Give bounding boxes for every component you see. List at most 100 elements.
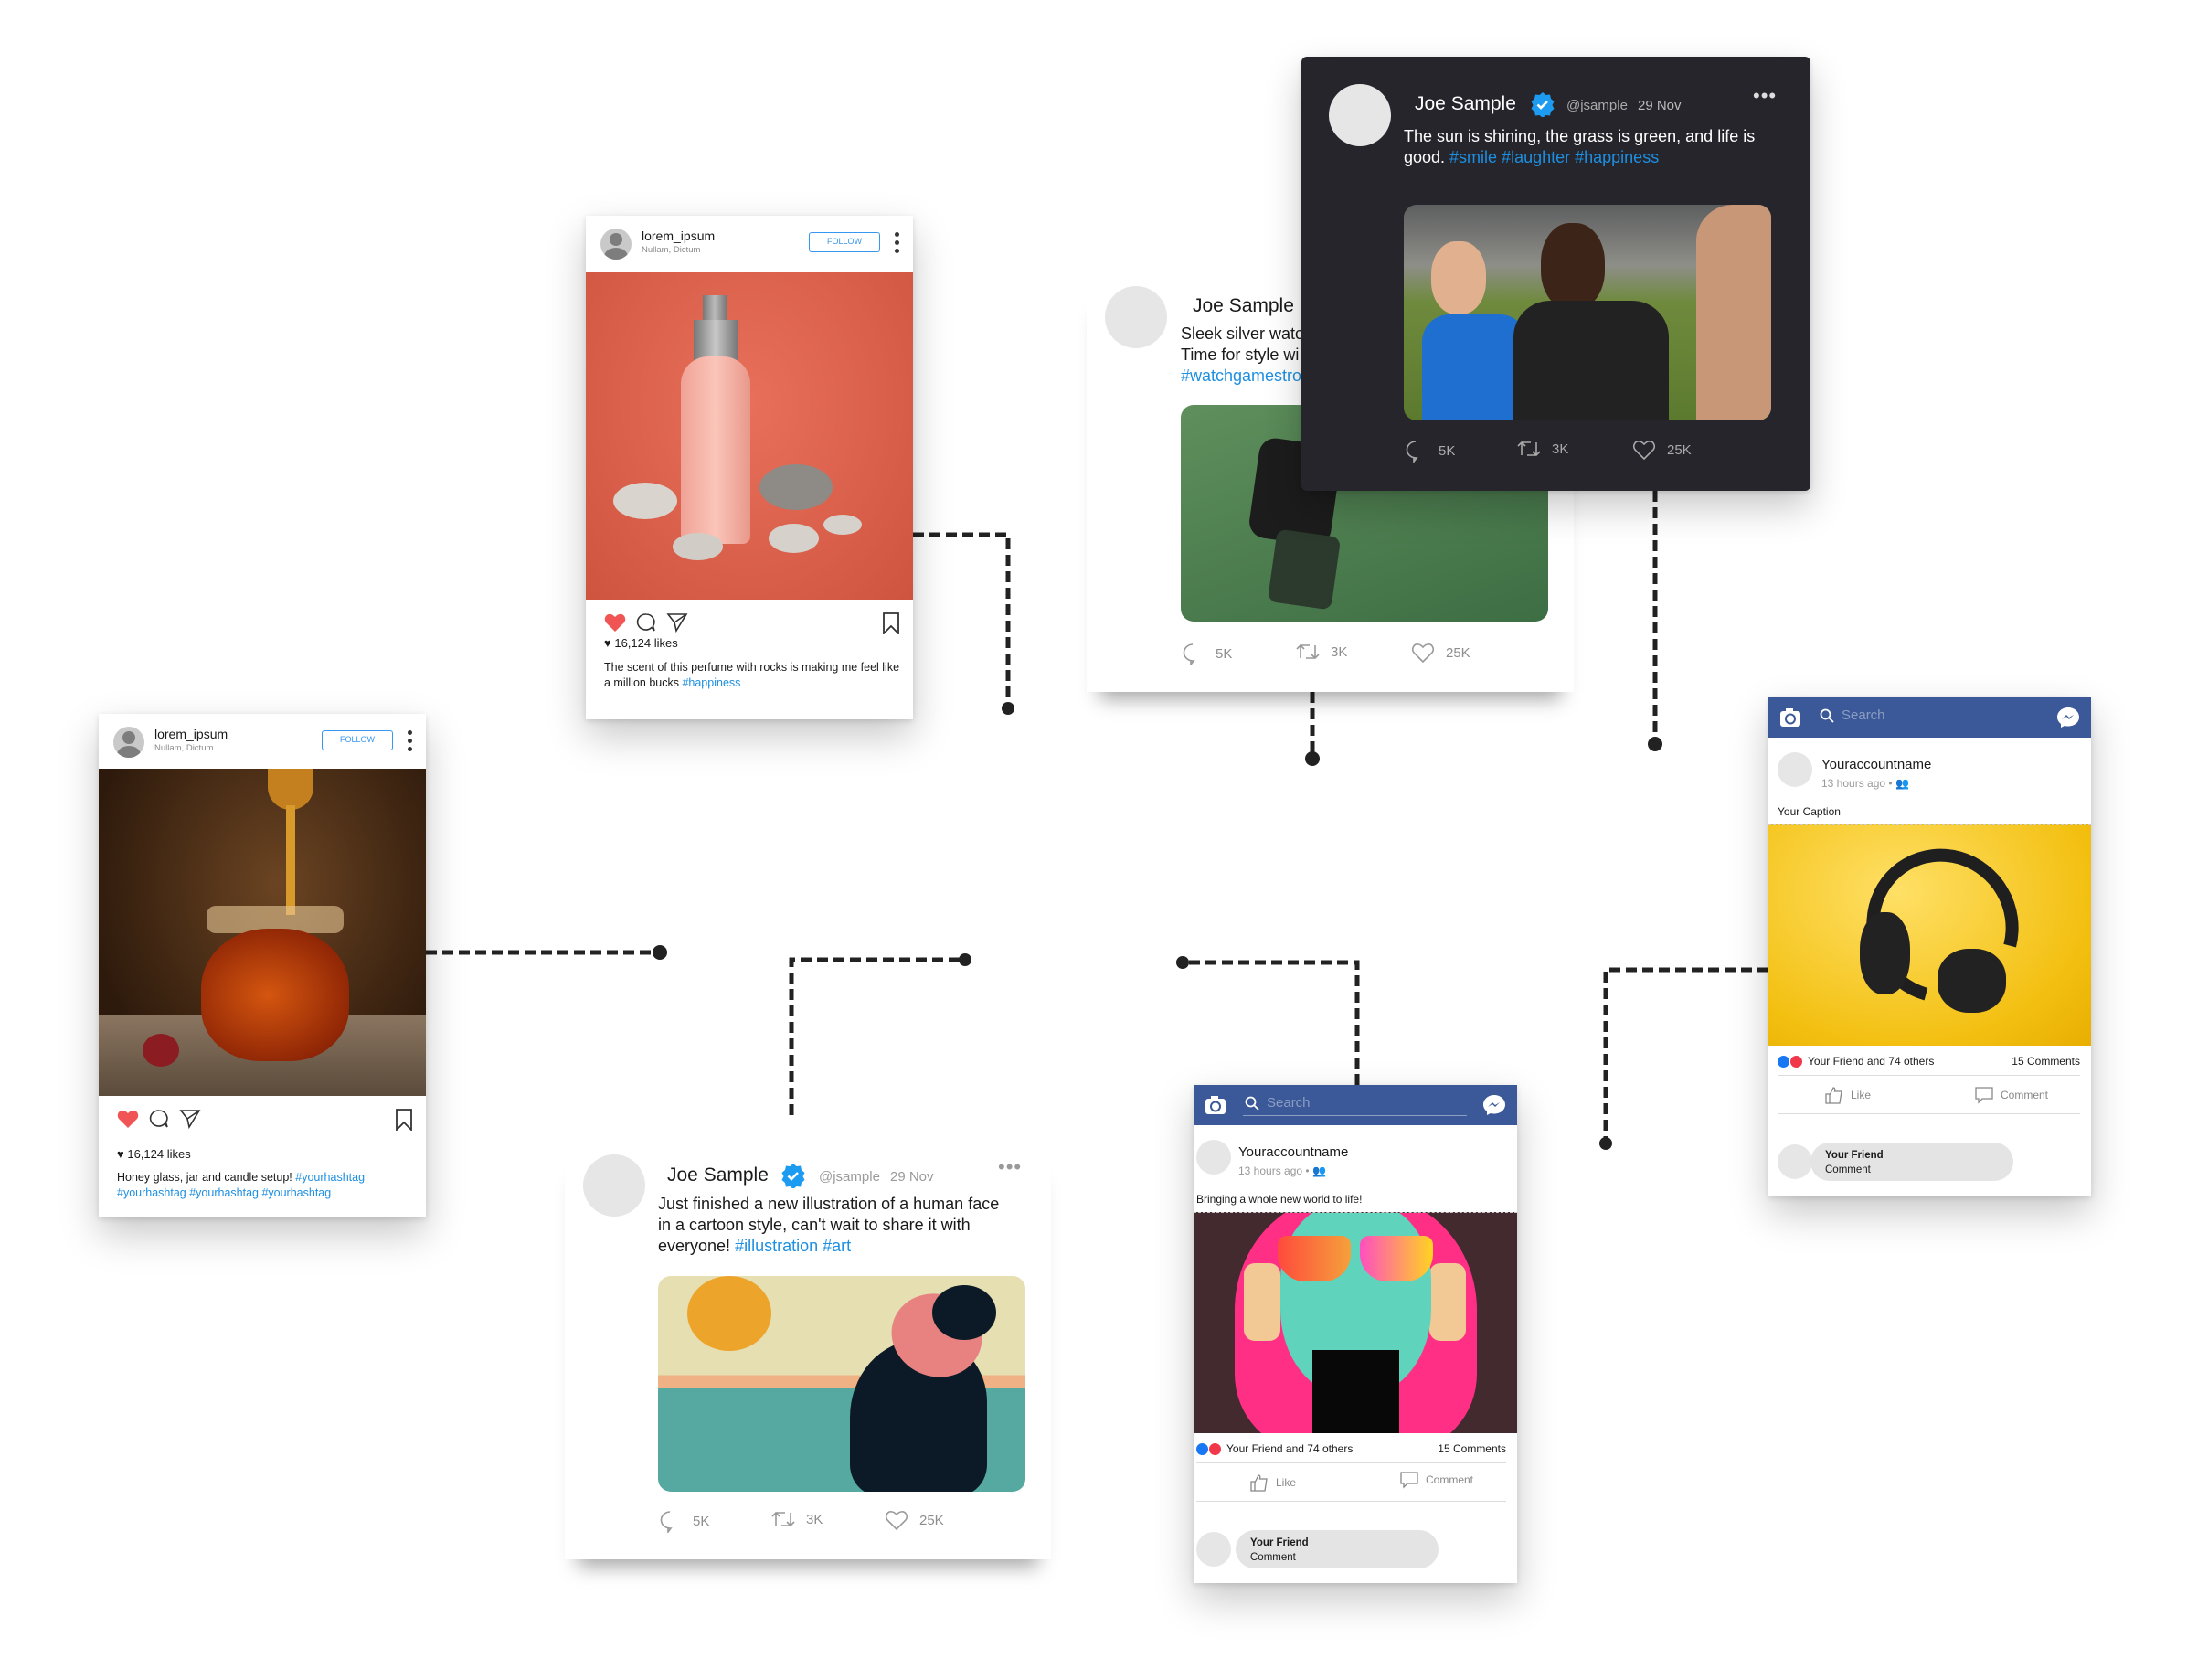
avatar[interactable] [583,1154,645,1217]
camera-icon[interactable] [1205,1095,1226,1115]
heart-icon[interactable] [604,612,626,633]
reply-icon [1406,441,1418,463]
post-header: lorem_ipsum Nullam, Dictum FOLLOW [99,714,426,769]
facebook-post-headphones: Search Youraccountname 13 hours ago • 👥 … [1768,697,2091,1196]
account-name[interactable]: Youraccountname [1238,1144,1348,1160]
love-reaction-icon [1209,1442,1221,1455]
search-input[interactable]: Search [1243,1092,1467,1116]
post-time: 13 hours ago • 👥 [1238,1164,1326,1177]
connector-dot [959,953,971,966]
facebook-post-art: Search Youraccountname 13 hours ago • 👥 … [1194,1085,1517,1583]
like-button[interactable]: Like [1825,1086,1871,1104]
search-input[interactable]: Search [1818,705,2042,728]
comment-bubble: Your Friend Comment [1236,1530,1439,1568]
comment-bubble-icon [1975,1087,1993,1104]
follow-button[interactable]: FOLLOW [322,730,393,750]
avatar[interactable] [113,727,144,758]
love-reaction-icon [1790,1055,1802,1068]
author-name[interactable]: Joe Sample [1193,295,1294,317]
like-button[interactable]: 25K [1411,642,1470,664]
avatar[interactable] [1196,1140,1231,1175]
more-options-icon[interactable]: ••• [1753,84,1777,108]
small-heart-icon: ♥ [117,1147,128,1161]
connector-dot [653,945,667,960]
connector-dot [1648,737,1662,751]
like-button[interactable]: Like [1250,1473,1296,1492]
commenter-avatar[interactable] [1196,1532,1231,1567]
connector-dot [1176,956,1189,969]
follow-button[interactable]: FOLLOW [809,232,880,252]
retweet-button[interactable]: 3K [771,1509,823,1529]
avatar[interactable] [1778,752,1812,787]
reply-button[interactable]: 5K [1404,439,1455,463]
retweet-icon [1517,441,1541,457]
messenger-icon[interactable] [1482,1094,1506,1116]
connector-dot [1599,1137,1612,1150]
comment-button[interactable]: Comment [1975,1086,2048,1104]
comment-icon[interactable] [636,612,656,633]
reply-icon [1183,643,1195,665]
search-icon [1245,1096,1259,1111]
account-name[interactable]: Youraccountname [1821,757,1931,772]
username[interactable]: lorem_ipsum [642,229,715,243]
avatar[interactable] [600,229,632,260]
like-button[interactable]: 25K [1632,439,1692,461]
avatar[interactable] [1105,286,1167,348]
divider [1778,1113,2080,1114]
more-options-icon[interactable]: ••• [998,1155,1022,1179]
hashtag-link[interactable]: #illustration #art [735,1237,851,1255]
hashtag-link[interactable]: #smile #laughter #happiness [1449,148,1659,166]
comment-icon[interactable] [149,1109,169,1129]
verified-badge-icon [1531,92,1555,117]
likes-count: ♥ 16,124 likes [117,1147,191,1161]
share-icon[interactable] [666,612,688,633]
reactions-summary[interactable]: Your Friend and 74 others [1778,1055,1934,1068]
search-icon [1820,708,1834,723]
caption: Honey glass, jar and candle setup! #your… [117,1171,366,1199]
post-image-art [1194,1212,1517,1433]
facebook-header: Search [1194,1085,1517,1125]
author-name[interactable]: Joe Sample [1415,93,1516,115]
post-actions [99,1096,426,1143]
comments-count[interactable]: 15 Comments [1438,1442,1506,1455]
retweet-button[interactable]: 3K [1517,439,1568,459]
camera-icon[interactable] [1779,707,1801,728]
comments-count[interactable]: 15 Comments [2012,1055,2080,1068]
post-caption: Your Caption [1778,805,1841,818]
bookmark-icon[interactable] [395,1109,413,1131]
username[interactable]: lorem_ipsum [154,727,228,741]
connector-perfume [913,532,1011,708]
more-options-icon[interactable] [408,730,413,752]
small-heart-icon: ♥ [604,636,615,650]
connector-dot [1002,702,1014,715]
comment-button[interactable]: Comment [1400,1471,1473,1489]
messenger-icon[interactable] [2056,707,2080,728]
connector-illustration [789,957,965,1115]
friends-audience-icon: 👥 [1311,1164,1326,1177]
author-name[interactable]: Joe Sample [667,1164,769,1186]
commenter-avatar[interactable] [1778,1144,1812,1179]
connector-fb-center [1183,960,1360,1085]
reply-button[interactable]: 5K [1181,642,1232,665]
bookmark-icon[interactable] [882,612,900,634]
tweet-illustration: Joe Sample @jsample 29 Nov ••• Just fini… [565,1150,1051,1559]
retweet-button[interactable]: 3K [1296,642,1347,662]
tweet-date: 29 Nov [890,1169,934,1185]
reply-icon [660,1511,673,1533]
tweet-image-friends [1404,205,1771,420]
friends-audience-icon: 👥 [1895,777,1909,790]
facebook-header: Search [1768,697,2091,738]
more-options-icon[interactable] [895,232,900,254]
divider [1196,1501,1506,1502]
heart-icon[interactable] [117,1109,139,1129]
share-icon[interactable] [179,1109,201,1129]
post-caption: Bringing a whole new world to life! [1196,1193,1363,1206]
reply-button[interactable]: 5K [658,1509,709,1533]
post-image-perfume [586,272,913,600]
author-handle[interactable]: @jsample [819,1169,880,1185]
like-button[interactable]: 25K [885,1509,944,1531]
avatar[interactable] [1329,84,1391,146]
author-handle[interactable]: @jsample [1566,98,1628,113]
reactions-summary[interactable]: Your Friend and 74 others [1196,1442,1353,1455]
hashtag-link[interactable]: #happiness [682,676,740,689]
